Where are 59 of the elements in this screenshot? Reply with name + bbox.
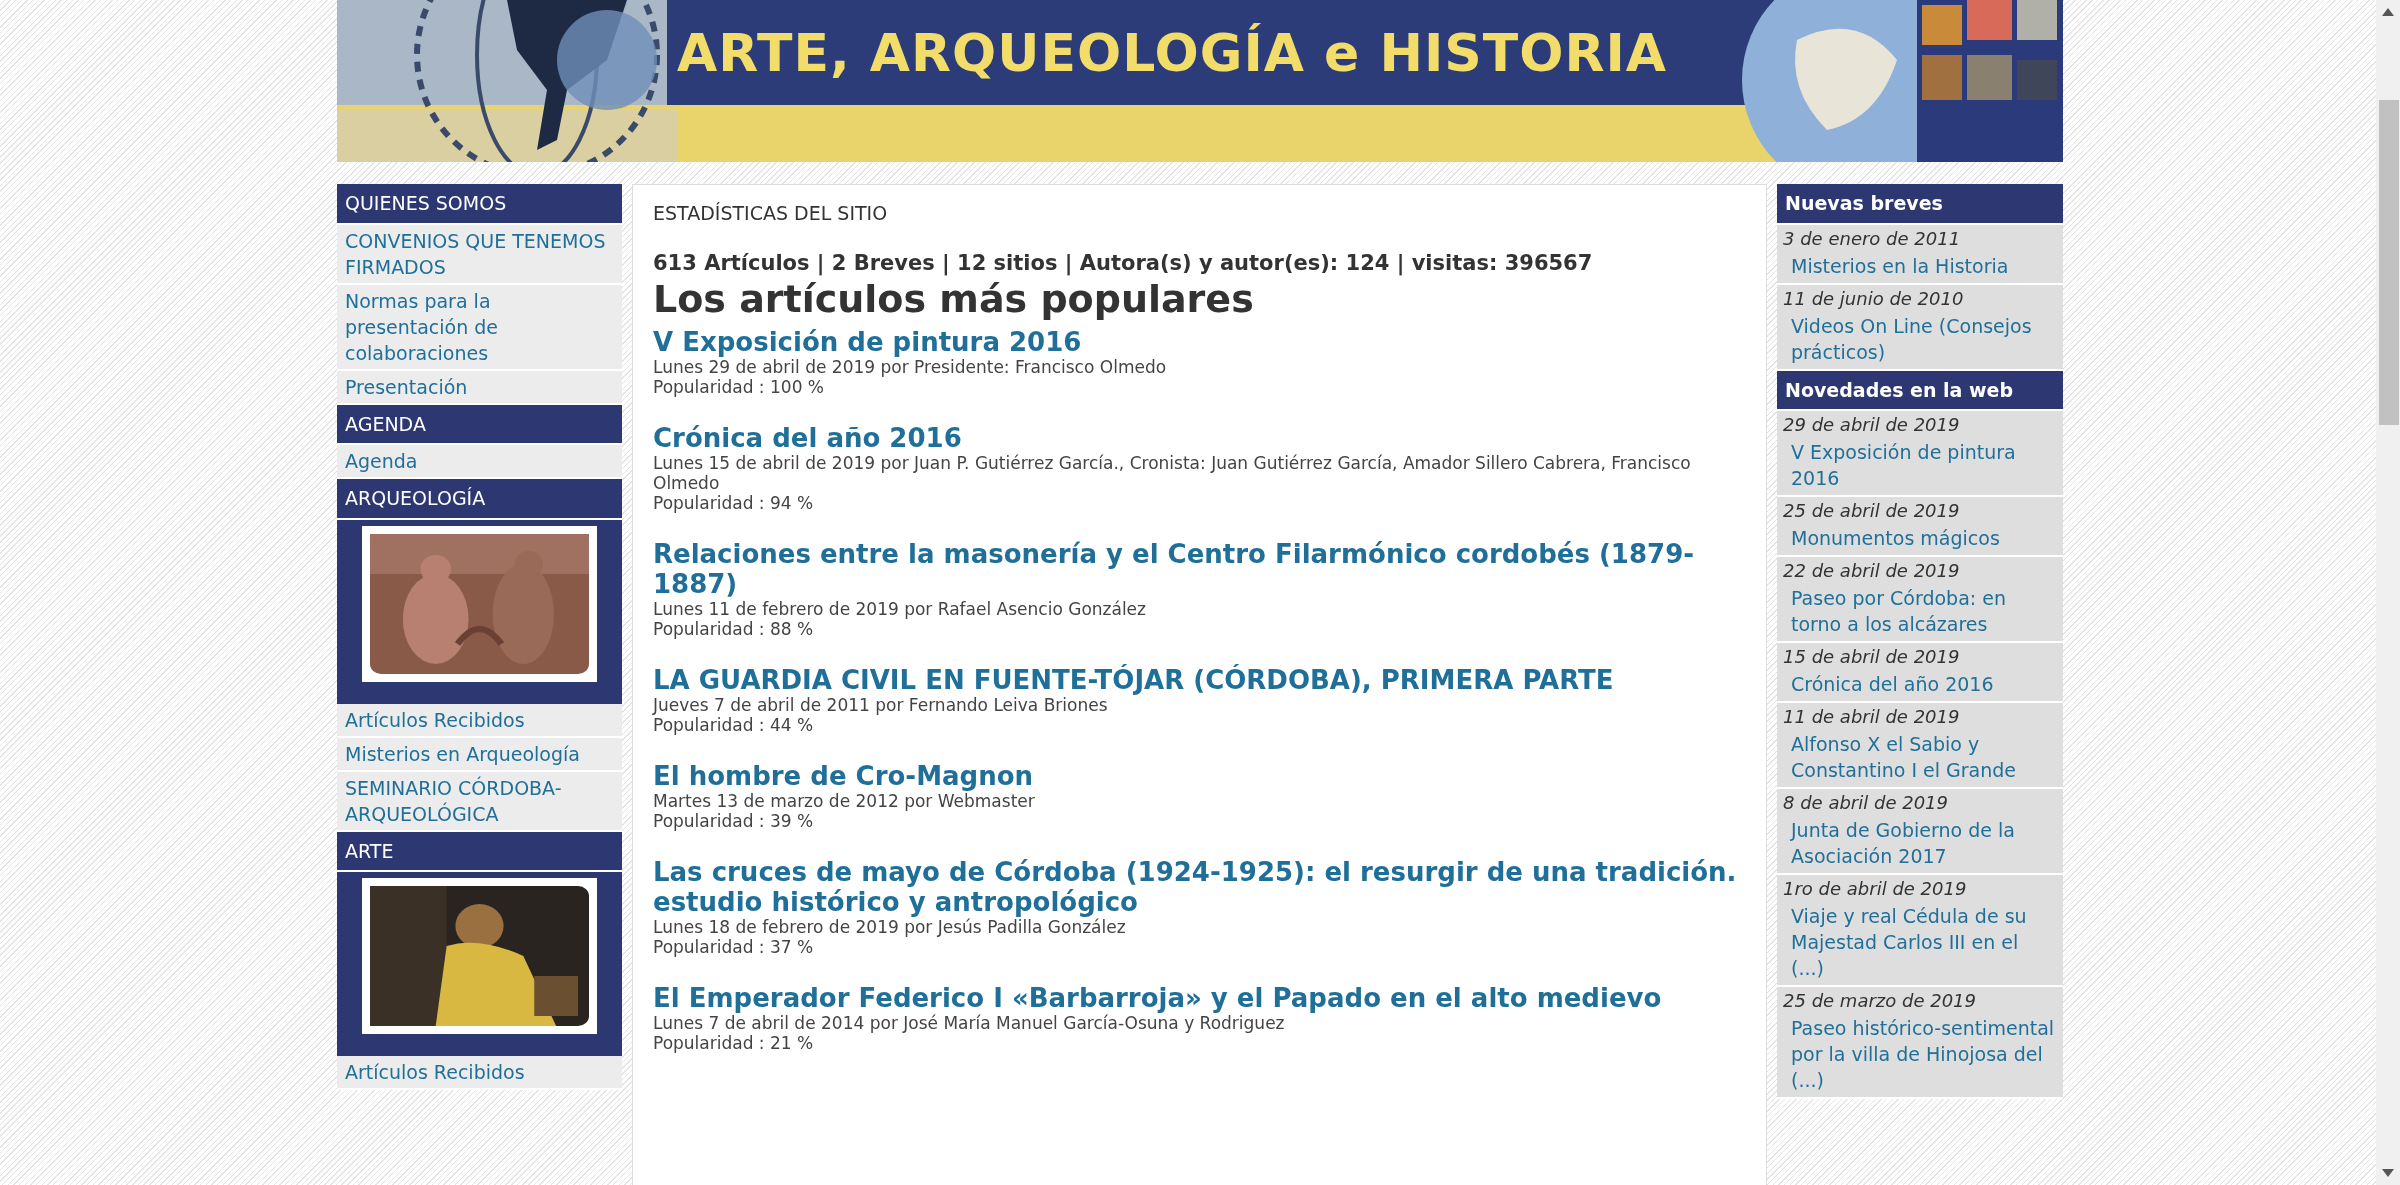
section-header: AGENDA xyxy=(337,404,622,445)
article-byline: Lunes 15 de abril de 2019 por Juan P. Gutiérrez García., Cronista: Juan Gutiérrez García, Amador Sillero Cabrera, Francisco Olmedo xyxy=(653,453,1692,493)
entry-link[interactable]: Monumentos mágicos xyxy=(1777,523,2063,557)
sidebar-link[interactable]: Artículos Recibidos xyxy=(337,703,622,738)
article-link[interactable]: Crónica del año 2016 xyxy=(653,423,1746,453)
site-stats: 613 Artículos | 2 Breves | 12 sitios | Autora(s) y autor(es): 124 | visitas: 396567 xyxy=(653,249,1594,278)
sidebar-link[interactable]: Presentación xyxy=(337,370,622,405)
page-heading: Los artículos más populares xyxy=(653,279,1255,319)
article-link[interactable]: El Emperador Federico I «Barbarroja» y el Papado en el alto medievo xyxy=(653,983,1746,1013)
article-byline: Lunes 11 de febrero de 2019 por Rafael Asencio González xyxy=(653,599,1147,619)
article-byline: Lunes 18 de febrero de 2019 por Jesús Padilla González xyxy=(653,917,1126,937)
sidebar-link[interactable]: Artículos Recibidos xyxy=(337,1056,622,1090)
article-byline: Martes 13 de marzo de 2012 por Webmaster xyxy=(653,791,1036,811)
article-link[interactable]: Las cruces de mayo de Córdoba (1924-1925): el resurgir de una tradición. estudio histórico y antropológico xyxy=(653,857,1746,917)
sidebar-link[interactable]: Agenda xyxy=(337,445,622,479)
entry-date: 22 de abril de 2019 xyxy=(1777,557,2063,583)
article-link[interactable]: El hombre de Cro-Magnon xyxy=(653,761,1746,791)
entry-link[interactable]: Junta de Gobierno de la Asociación 2017 xyxy=(1777,815,2063,875)
popularity-text: Popularidad : 37 % xyxy=(653,937,815,957)
section-header: Novedades en la web xyxy=(1777,370,2063,411)
sidebar-link[interactable]: Misterios en Arqueología xyxy=(337,737,622,772)
section-header: ARTE xyxy=(337,831,622,872)
entry-date: 11 de junio de 2010 xyxy=(1777,284,2063,311)
article-byline: Lunes 7 de abril de 2014 por José María Manuel García-Osuna y Rodriguez xyxy=(653,1013,1286,1033)
popularity-text: Popularidad : 39 % xyxy=(653,811,815,831)
article-link[interactable]: V Exposición de pintura 2016 xyxy=(653,327,1746,357)
entry-date: 11 de abril de 2019 xyxy=(1777,703,2063,729)
entry-link[interactable]: V Exposición de pintura 2016 xyxy=(1777,437,2063,497)
article-link[interactable]: Relaciones entre la masonería y el Centro Filarmónico cordobés (1879-1887) xyxy=(653,539,1746,599)
section-header: Nuevas breves xyxy=(1777,184,2063,225)
entry-link[interactable]: Paseo por Córdoba: en torno a los alcázares xyxy=(1777,583,2063,643)
entry-link[interactable]: Alfonso X el Sabio y Constantino I el Grande xyxy=(1777,729,2063,789)
popularity-text: Popularidad : 94 % xyxy=(653,493,815,513)
article-byline: Lunes 29 de abril de 2019 por Presidente: Francisco Olmedo xyxy=(653,357,1168,377)
sidebar-link[interactable]: CONVENIOS QUE TENEMOS FIRMADOS xyxy=(337,224,622,285)
entry-link[interactable]: Viaje y real Cédula de su Majestad Carlos III en el (...) xyxy=(1777,901,2063,987)
article-byline: Jueves 7 de abril de 2011 por Fernando Leiva Briones xyxy=(653,695,1109,715)
entry-link[interactable]: Misterios en la Historia xyxy=(1777,250,2063,285)
entry-date: 8 de abril de 2019 xyxy=(1777,789,2063,815)
section-header: ARQUEOLOGÍA xyxy=(337,479,622,520)
popularity-text: Popularidad : 44 % xyxy=(653,715,815,735)
entry-date: 3 de enero de 2011 xyxy=(1777,224,2063,251)
article-link[interactable]: LA GUARDIA CIVIL EN FUENTE-TÓJAR (CÓRDOBA), PRIMERA PARTE xyxy=(653,665,1746,695)
entry-date: 25 de abril de 2019 xyxy=(1777,497,2063,523)
section-title: ESTADÍSTICAS DEL SITIO xyxy=(653,201,889,226)
entry-date: 1ro de abril de 2019 xyxy=(1777,875,2063,901)
entry-link[interactable]: Crónica del año 2016 xyxy=(1777,669,2063,703)
sidebar-link[interactable]: Normas para la presentación de colaboraciones xyxy=(337,284,622,371)
popularity-text: Popularidad : 21 % xyxy=(653,1033,815,1053)
entry-date: 29 de abril de 2019 xyxy=(1777,411,2063,437)
popularity-text: Popularidad : 88 % xyxy=(653,619,815,639)
section-header: QUIENES SOMOS xyxy=(337,184,622,225)
entry-date: 15 de abril de 2019 xyxy=(1777,643,2063,669)
site-title: ARTE, ARQUEOLOGÍA e HISTORIA xyxy=(677,22,1668,85)
entry-link[interactable]: Videos On Line (Consejos prácticos) xyxy=(1777,310,2063,371)
entry-link[interactable]: Paseo histórico-sentimental por la villa de Hinojosa del (...) xyxy=(1777,1013,2063,1099)
entry-date: 25 de marzo de 2019 xyxy=(1777,987,2063,1013)
popularity-text: Popularidad : 100 % xyxy=(653,377,825,397)
sidebar-link[interactable]: SEMINARIO CÓRDOBA-ARQUEOLÓGICA xyxy=(337,771,622,832)
